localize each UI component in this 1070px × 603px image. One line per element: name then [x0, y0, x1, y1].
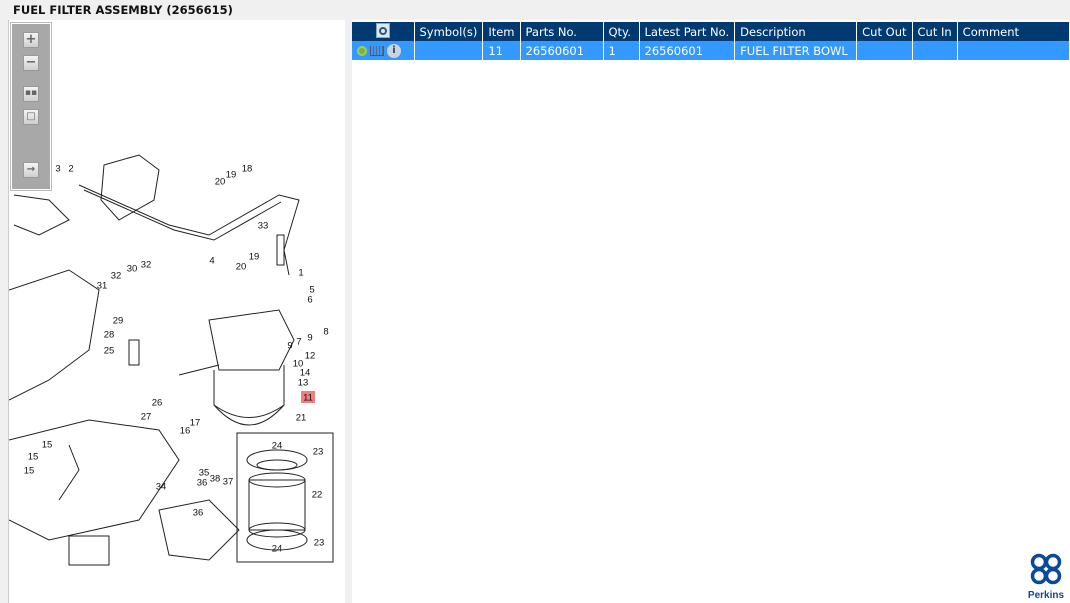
cell-cut-out [856, 41, 913, 60]
callout-2[interactable]: 2 [68, 164, 73, 175]
cart-icon[interactable] [370, 45, 384, 56]
callout-22[interactable]: 22 [312, 490, 323, 501]
perkins-emblem-icon [1030, 553, 1062, 585]
cell-description: FUEL FILTER BOWL [734, 41, 858, 60]
callout-27[interactable]: 27 [141, 412, 152, 423]
perkins-logo-text: Perkins [1027, 590, 1065, 601]
callout-9[interactable]: 9 [307, 333, 312, 344]
callout-19[interactable]: 19 [249, 252, 260, 263]
header-cut-in[interactable]: Cut In [912, 22, 958, 41]
parts-list-panel: Symbol(s) Item Parts No. Qty. Latest Par… [352, 20, 1070, 603]
header-symbols[interactable]: Symbol(s) [414, 22, 484, 41]
callout-34[interactable]: 34 [156, 482, 167, 493]
cell-comment [957, 41, 1070, 60]
zoom-out-button[interactable]: − [23, 55, 39, 71]
callout-16[interactable]: 16 [180, 426, 191, 437]
callout-11[interactable]: 11 [303, 393, 313, 404]
page-title: FUEL FILTER ASSEMBLY (2656615) [13, 3, 233, 17]
callout-13[interactable]: 13 [298, 378, 309, 389]
table-row[interactable]: i 11 26560601 1 26560601 FUEL FILTER BOW… [352, 41, 1070, 60]
perkins-logo: Perkins [1026, 552, 1066, 601]
callout-29[interactable]: 29 [113, 316, 124, 327]
cell-parts-no: 26560601 [520, 41, 604, 60]
magnifier-icon[interactable] [375, 22, 390, 38]
callout-32[interactable]: 32 [141, 260, 152, 271]
callout-1[interactable]: 1 [298, 268, 303, 279]
callout-12[interactable]: 12 [305, 351, 316, 362]
cell-latest-part-no: 26560601 [639, 41, 736, 60]
callout-26[interactable]: 26 [152, 398, 163, 409]
search-column-header[interactable] [352, 22, 415, 41]
header-description[interactable]: Description [734, 22, 858, 41]
callout-28[interactable]: 28 [104, 330, 115, 341]
callout-20[interactable]: 20 [215, 177, 226, 188]
callout-23[interactable]: 23 [314, 538, 325, 549]
callout-15[interactable]: 15 [28, 452, 39, 463]
callout-8[interactable]: 8 [323, 327, 328, 338]
callout-15[interactable]: 15 [24, 466, 35, 477]
gear-icon[interactable] [357, 45, 367, 56]
callout-4[interactable]: 4 [209, 256, 214, 267]
zoom-in-button[interactable]: + [23, 32, 39, 48]
callout-18[interactable]: 18 [242, 164, 253, 175]
header-cut-out[interactable]: Cut Out [856, 22, 913, 41]
row-actions: i [352, 41, 415, 60]
info-icon[interactable]: i [387, 43, 401, 58]
cell-cut-in [912, 41, 958, 60]
header-parts-no[interactable]: Parts No. [520, 22, 604, 41]
callout-38[interactable]: 38 [210, 474, 221, 485]
table-header-row: Symbol(s) Item Parts No. Qty. Latest Par… [352, 22, 1070, 41]
callout-36[interactable]: 36 [193, 508, 204, 519]
callout-25[interactable]: 25 [104, 346, 115, 357]
cell-qty: 1 [603, 41, 640, 60]
callout-36[interactable]: 36 [197, 478, 208, 489]
panel-splitter[interactable] [345, 20, 352, 603]
callout-17[interactable]: 17 [190, 418, 201, 429]
header-comment[interactable]: Comment [957, 22, 1070, 41]
callout-37[interactable]: 37 [223, 477, 234, 488]
callout-15[interactable]: 15 [42, 440, 53, 451]
diagram-panel[interactable]: 3 2 20 19 18 33 4 19 20 1 5 6 8 9 7 9 12 10 14 13 11 21 23 24 22… [8, 20, 345, 603]
export-icon[interactable]: → [23, 162, 39, 178]
header-qty[interactable]: Qty. [603, 22, 640, 41]
callout-24[interactable]: 24 [272, 441, 283, 452]
parts-table: Symbol(s) Item Parts No. Qty. Latest Par… [352, 22, 1070, 60]
fit-all-icon[interactable]: ▪▪ [23, 86, 39, 102]
cell-item: 11 [482, 41, 521, 60]
callout-30[interactable]: 30 [127, 264, 138, 275]
callout-6[interactable]: 6 [307, 295, 312, 306]
exploded-diagram[interactable]: 3 2201918334 19201568979121014131121232422… [9, 20, 346, 603]
callout-3[interactable]: 3 [55, 164, 60, 175]
diagram-toolbar: + − ▪▪ □ → [10, 22, 52, 191]
callout-24[interactable]: 24 [272, 544, 283, 555]
callout-19[interactable]: 19 [226, 170, 237, 181]
cell-symbols [414, 41, 484, 60]
actual-size-icon[interactable]: □ [23, 109, 39, 125]
header-latest-part-no[interactable]: Latest Part No. [639, 22, 736, 41]
callout-9[interactable]: 9 [287, 341, 292, 352]
callout-33[interactable]: 33 [258, 221, 269, 232]
callout-20[interactable]: 20 [236, 262, 247, 273]
callout-7[interactable]: 7 [296, 337, 301, 348]
callout-23[interactable]: 23 [313, 447, 324, 458]
callout-31[interactable]: 31 [97, 281, 108, 292]
header-item[interactable]: Item [482, 22, 521, 41]
callout-32[interactable]: 32 [111, 271, 122, 282]
callout-21[interactable]: 21 [296, 413, 307, 424]
